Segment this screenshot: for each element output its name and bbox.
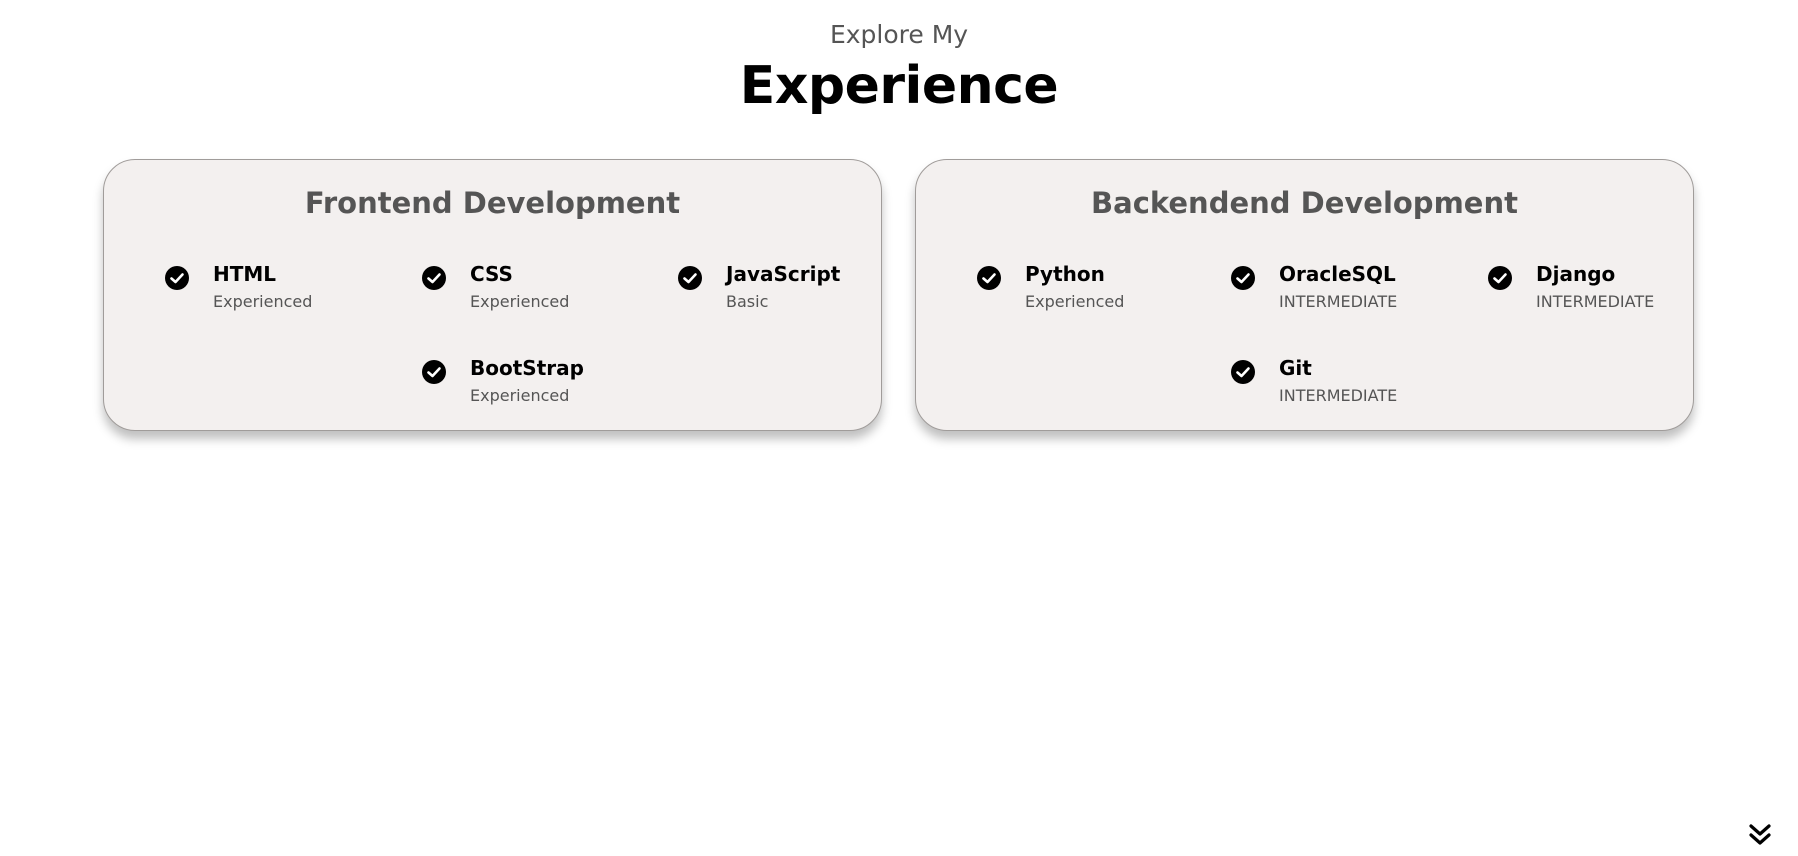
skill-name: BootStrap (470, 356, 584, 380)
skill-level: Experienced (213, 292, 313, 311)
backend-card: Backendend Development Python Experience… (915, 159, 1694, 431)
skill-level: INTERMEDIATE (1279, 292, 1398, 311)
card-title: Frontend Development (304, 186, 681, 220)
card-title: Backendend Development (1091, 186, 1518, 220)
checkmark-badge-icon (1231, 266, 1255, 290)
skill-name: Git (1279, 356, 1312, 380)
skill-level: Basic (726, 292, 769, 311)
checkmark-badge-icon (678, 266, 702, 290)
checkmark-badge-icon (1231, 360, 1255, 384)
checkmark-badge-icon (422, 360, 446, 384)
checkmark-badge-icon (977, 266, 1001, 290)
skill-name: Python (1025, 262, 1105, 286)
skill-name: HTML (213, 262, 277, 286)
skill-name: JavaScript (726, 262, 841, 286)
checkmark-badge-icon (1488, 266, 1512, 290)
checkmark-badge-icon (165, 266, 189, 290)
checkmark-badge-icon (422, 266, 446, 290)
skill-name: OracleSQL (1279, 262, 1396, 286)
skill-name: CSS (470, 262, 513, 286)
frontend-card: Frontend Development HTML Experienced CS… (103, 159, 882, 431)
skill-level: Experienced (1025, 292, 1125, 311)
skill-level: INTERMEDIATE (1536, 292, 1655, 311)
double-chevron-down-icon[interactable] (1747, 822, 1773, 848)
skill-name: Django (1536, 262, 1616, 286)
section-subtitle: Explore My (829, 20, 969, 49)
experience-section: Explore My Experience Frontend Developme… (0, 0, 1798, 856)
skill-level: INTERMEDIATE (1279, 386, 1398, 405)
skill-level: Experienced (470, 292, 570, 311)
skill-level: Experienced (470, 386, 570, 405)
section-title: Experience (739, 56, 1059, 116)
